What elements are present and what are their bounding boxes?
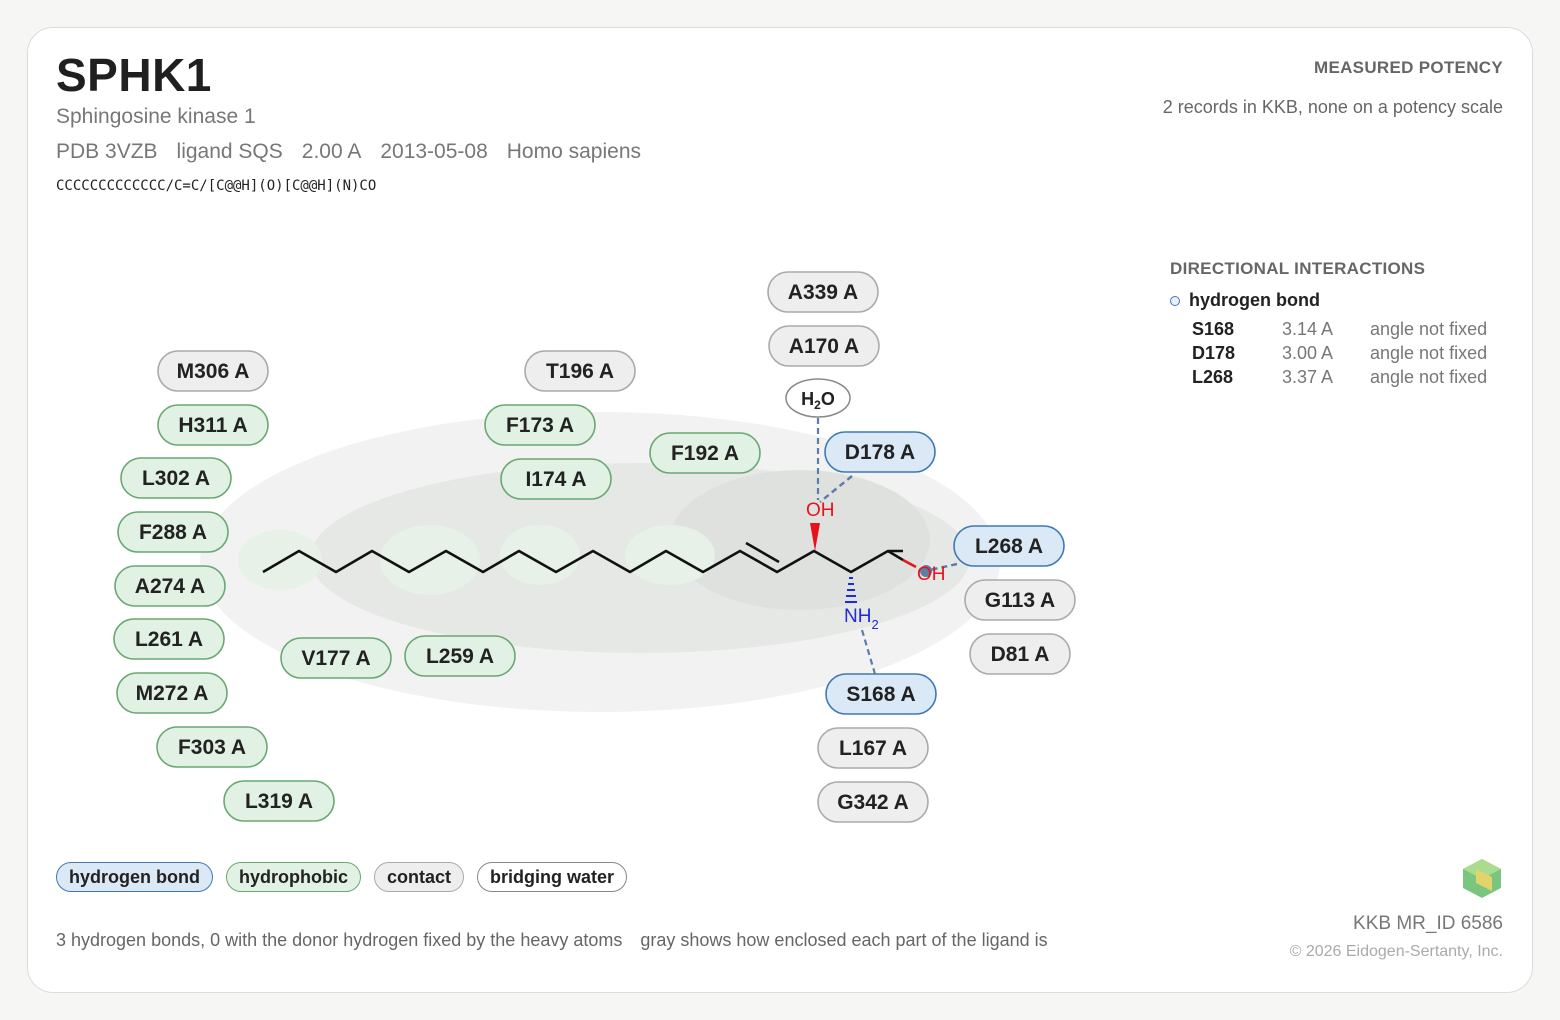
residue-label: L259 A (426, 645, 494, 668)
residue-node: L268 A (953, 525, 1065, 567)
residue-node: F173 A (484, 404, 596, 446)
residue-node: H311 A (157, 404, 269, 446)
residue-label: H311 A (178, 414, 247, 437)
residue-node: D178 A (824, 431, 936, 473)
legend: hydrogen bond hydrophobic contact bridgi… (56, 862, 628, 892)
residue-node: I174 A (500, 458, 612, 500)
residue-node: M272 A (116, 672, 228, 714)
company-logo-icon (1463, 859, 1501, 898)
residue-label: G342 A (837, 791, 909, 814)
residue-label: L167 A (839, 737, 907, 760)
residue-node: A274 A (114, 565, 226, 607)
residue-label: D178 A (845, 441, 915, 464)
residue-label: M306 A (177, 360, 250, 383)
residue-node: L302 A (120, 457, 232, 499)
legend-hydrophobic: hydrophobic (225, 862, 361, 892)
residue-node: A170 A (768, 325, 880, 367)
legend-contact: contact (373, 862, 464, 892)
water-label-h: H (801, 389, 814, 409)
residue-label: M272 A (136, 682, 209, 705)
residue-node: F288 A (117, 511, 229, 553)
residue-node: L167 A (817, 727, 929, 769)
residue-node: L261 A (113, 618, 225, 660)
residue-label: S168 A (846, 683, 915, 706)
residue-node: M306 A (157, 350, 269, 392)
residue-node: A339 A (767, 271, 879, 313)
residue-node: S168 A (825, 673, 937, 715)
residue-node: L319 A (223, 780, 335, 822)
residue-node: V177 A (280, 637, 392, 679)
residue-label: A274 A (135, 575, 205, 598)
residue-node: T196 A (524, 350, 636, 392)
hydroxyl-label: OH (806, 500, 835, 521)
record-id: KKB MR_ID 6586 (1353, 913, 1503, 934)
residue-label: G113 A (985, 589, 1055, 612)
residue-node: G113 A (964, 579, 1076, 621)
residue-label: A170 A (789, 335, 859, 358)
footnote: 3 hydrogen bonds, 0 with the donor hydro… (56, 930, 1048, 951)
residue-label: F303 A (178, 736, 246, 759)
hbond-summary: 3 hydrogen bonds, 0 with the donor hydro… (56, 930, 623, 950)
enclosure-hydrophobic-patch (625, 525, 715, 585)
residue-label: L302 A (142, 467, 210, 490)
residue-node: F303 A (156, 726, 268, 768)
residue-node: F192 A (649, 432, 761, 474)
enclosure-hydrophobic-patch (238, 530, 322, 590)
amine-label-main: NH (844, 606, 871, 627)
enclosure-inner (670, 470, 930, 610)
water-label-o: O (821, 389, 835, 409)
enclosure-note: gray shows how enclosed each part of the… (640, 930, 1048, 950)
amine-label-sub: 2 (871, 617, 878, 632)
residue-label: L319 A (245, 790, 313, 813)
residue-label: T196 A (546, 360, 614, 383)
residue-label: L268 A (975, 535, 1043, 558)
residue-label: F288 A (139, 521, 207, 544)
copyright: © 2026 Eidogen-Sertanty, Inc. (1289, 943, 1503, 960)
residue-label: V177 A (301, 647, 370, 670)
residue-label: A339 A (788, 281, 858, 304)
residue-label: I174 A (525, 468, 586, 491)
residue-node: D81 A (969, 633, 1071, 675)
residue-label: F173 A (506, 414, 574, 437)
hydroxyl-label-terminal: OH (917, 564, 946, 585)
residue-label: L261 A (135, 628, 203, 651)
residue-node: L259 A (404, 635, 516, 677)
residue-label: F192 A (671, 442, 739, 465)
residue-node: G342 A (817, 781, 929, 823)
residue-label: D81 A (991, 643, 1050, 666)
water-molecule: H2O (785, 378, 851, 418)
legend-hbond: hydrogen bond (56, 862, 213, 892)
legend-bridging-water: bridging water (477, 862, 628, 892)
